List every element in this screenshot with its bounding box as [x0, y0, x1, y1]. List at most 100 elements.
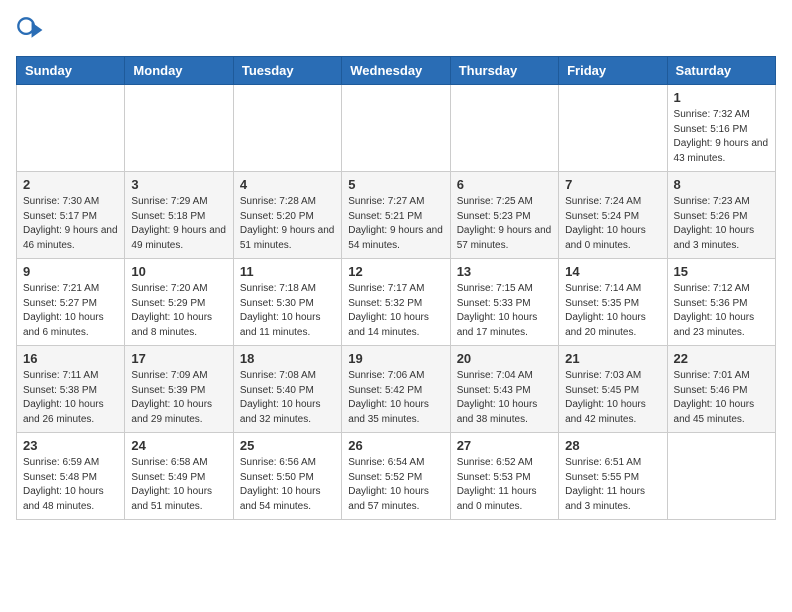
day-info: Sunrise: 7:32 AM Sunset: 5:16 PM Dayligh…	[674, 108, 769, 166]
day-info: Sunrise: 7:30 AM Sunset: 5:17 PM Dayligh…	[23, 195, 118, 253]
weekday-header-saturday: Saturday	[667, 57, 775, 85]
day-info: Sunrise: 6:54 AM Sunset: 5:52 PM Dayligh…	[348, 456, 443, 514]
day-cell: 23 Sunrise: 6:59 AM Sunset: 5:48 PM Dayli…	[17, 433, 125, 520]
day-cell: 24 Sunrise: 6:58 AM Sunset: 5:49 PM Dayli…	[125, 433, 233, 520]
weekday-header-tuesday: Tuesday	[233, 57, 341, 85]
weekday-header-monday: Monday	[125, 57, 233, 85]
week-row-3: 9 Sunrise: 7:21 AM Sunset: 5:27 PM Daylig…	[17, 259, 776, 346]
page-header	[16, 16, 776, 44]
day-number: 8	[674, 177, 769, 192]
day-number: 26	[348, 438, 443, 453]
day-number: 19	[348, 351, 443, 366]
day-cell: 7 Sunrise: 7:24 AM Sunset: 5:24 PM Daylig…	[559, 172, 667, 259]
day-info: Sunrise: 7:24 AM Sunset: 5:24 PM Dayligh…	[565, 195, 660, 253]
day-cell	[17, 85, 125, 172]
day-number: 12	[348, 264, 443, 279]
day-cell: 18 Sunrise: 7:08 AM Sunset: 5:40 PM Dayli…	[233, 346, 341, 433]
day-cell: 25 Sunrise: 6:56 AM Sunset: 5:50 PM Dayli…	[233, 433, 341, 520]
logo	[16, 16, 48, 44]
day-info: Sunrise: 7:23 AM Sunset: 5:26 PM Dayligh…	[674, 195, 769, 253]
day-info: Sunrise: 7:27 AM Sunset: 5:21 PM Dayligh…	[348, 195, 443, 253]
day-number: 17	[131, 351, 226, 366]
day-info: Sunrise: 7:29 AM Sunset: 5:18 PM Dayligh…	[131, 195, 226, 253]
day-cell: 21 Sunrise: 7:03 AM Sunset: 5:45 PM Dayli…	[559, 346, 667, 433]
day-cell: 5 Sunrise: 7:27 AM Sunset: 5:21 PM Daylig…	[342, 172, 450, 259]
week-row-2: 2Sunrise: 7:30 AM Sunset: 5:17 PM Daylig…	[17, 172, 776, 259]
day-info: Sunrise: 7:08 AM Sunset: 5:40 PM Dayligh…	[240, 369, 335, 427]
day-number: 20	[457, 351, 552, 366]
day-info: Sunrise: 7:04 AM Sunset: 5:43 PM Dayligh…	[457, 369, 552, 427]
day-info: Sunrise: 7:21 AM Sunset: 5:27 PM Dayligh…	[23, 282, 118, 340]
week-row-5: 23 Sunrise: 6:59 AM Sunset: 5:48 PM Dayli…	[17, 433, 776, 520]
day-number: 21	[565, 351, 660, 366]
day-info: Sunrise: 6:58 AM Sunset: 5:49 PM Dayligh…	[131, 456, 226, 514]
day-cell	[233, 85, 341, 172]
weekday-header-wednesday: Wednesday	[342, 57, 450, 85]
day-number: 9	[23, 264, 118, 279]
day-info: Sunrise: 7:11 AM Sunset: 5:38 PM Dayligh…	[23, 369, 118, 427]
day-info: Sunrise: 7:28 AM Sunset: 5:20 PM Dayligh…	[240, 195, 335, 253]
day-number: 23	[23, 438, 118, 453]
day-number: 3	[131, 177, 226, 192]
day-cell: 15Sunrise: 7:12 AM Sunset: 5:36 PM Dayli…	[667, 259, 775, 346]
day-info: Sunrise: 7:01 AM Sunset: 5:46 PM Dayligh…	[674, 369, 769, 427]
day-cell: 2Sunrise: 7:30 AM Sunset: 5:17 PM Daylig…	[17, 172, 125, 259]
day-cell: 20 Sunrise: 7:04 AM Sunset: 5:43 PM Dayli…	[450, 346, 558, 433]
day-info: Sunrise: 7:18 AM Sunset: 5:30 PM Dayligh…	[240, 282, 335, 340]
day-info: Sunrise: 7:25 AM Sunset: 5:23 PM Dayligh…	[457, 195, 552, 253]
day-cell: 1 Sunrise: 7:32 AM Sunset: 5:16 PM Daylig…	[667, 85, 775, 172]
day-cell: 11 Sunrise: 7:18 AM Sunset: 5:30 PM Dayli…	[233, 259, 341, 346]
day-info: Sunrise: 6:51 AM Sunset: 5:55 PM Dayligh…	[565, 456, 660, 514]
day-number: 27	[457, 438, 552, 453]
day-cell	[125, 85, 233, 172]
day-number: 11	[240, 264, 335, 279]
day-number: 4	[240, 177, 335, 192]
day-number: 18	[240, 351, 335, 366]
weekday-header-sunday: Sunday	[17, 57, 125, 85]
day-cell	[342, 85, 450, 172]
day-info: Sunrise: 7:03 AM Sunset: 5:45 PM Dayligh…	[565, 369, 660, 427]
day-info: Sunrise: 6:52 AM Sunset: 5:53 PM Dayligh…	[457, 456, 552, 514]
day-cell: 19Sunrise: 7:06 AM Sunset: 5:42 PM Dayli…	[342, 346, 450, 433]
weekday-header-friday: Friday	[559, 57, 667, 85]
day-number: 10	[131, 264, 226, 279]
day-cell: 26 Sunrise: 6:54 AM Sunset: 5:52 PM Dayli…	[342, 433, 450, 520]
day-info: Sunrise: 7:09 AM Sunset: 5:39 PM Dayligh…	[131, 369, 226, 427]
day-cell: 14 Sunrise: 7:14 AM Sunset: 5:35 PM Dayli…	[559, 259, 667, 346]
day-number: 15	[674, 264, 769, 279]
day-cell: 17 Sunrise: 7:09 AM Sunset: 5:39 PM Dayli…	[125, 346, 233, 433]
day-cell: 3 Sunrise: 7:29 AM Sunset: 5:18 PM Daylig…	[125, 172, 233, 259]
day-cell: 6 Sunrise: 7:25 AM Sunset: 5:23 PM Daylig…	[450, 172, 558, 259]
day-cell	[559, 85, 667, 172]
day-number: 25	[240, 438, 335, 453]
day-info: Sunrise: 7:17 AM Sunset: 5:32 PM Dayligh…	[348, 282, 443, 340]
day-info: Sunrise: 6:59 AM Sunset: 5:48 PM Dayligh…	[23, 456, 118, 514]
day-info: Sunrise: 7:15 AM Sunset: 5:33 PM Dayligh…	[457, 282, 552, 340]
calendar-table: SundayMondayTuesdayWednesdayThursdayFrid…	[16, 56, 776, 520]
weekday-header-thursday: Thursday	[450, 57, 558, 85]
day-cell: 10 Sunrise: 7:20 AM Sunset: 5:29 PM Dayli…	[125, 259, 233, 346]
day-info: Sunrise: 6:56 AM Sunset: 5:50 PM Dayligh…	[240, 456, 335, 514]
day-number: 1	[674, 90, 769, 105]
day-cell: 27 Sunrise: 6:52 AM Sunset: 5:53 PM Dayli…	[450, 433, 558, 520]
day-cell: 28Sunrise: 6:51 AM Sunset: 5:55 PM Dayli…	[559, 433, 667, 520]
day-cell	[667, 433, 775, 520]
day-number: 7	[565, 177, 660, 192]
day-info: Sunrise: 7:14 AM Sunset: 5:35 PM Dayligh…	[565, 282, 660, 340]
day-number: 14	[565, 264, 660, 279]
week-row-1: 1 Sunrise: 7:32 AM Sunset: 5:16 PM Daylig…	[17, 85, 776, 172]
day-cell: 8 Sunrise: 7:23 AM Sunset: 5:26 PM Daylig…	[667, 172, 775, 259]
day-number: 16	[23, 351, 118, 366]
day-number: 24	[131, 438, 226, 453]
day-info: Sunrise: 7:20 AM Sunset: 5:29 PM Dayligh…	[131, 282, 226, 340]
day-cell	[450, 85, 558, 172]
day-cell: 16 Sunrise: 7:11 AM Sunset: 5:38 PM Dayli…	[17, 346, 125, 433]
day-cell: 13 Sunrise: 7:15 AM Sunset: 5:33 PM Dayli…	[450, 259, 558, 346]
day-number: 13	[457, 264, 552, 279]
day-cell: 12 Sunrise: 7:17 AM Sunset: 5:32 PM Dayli…	[342, 259, 450, 346]
day-number: 6	[457, 177, 552, 192]
day-cell: 9 Sunrise: 7:21 AM Sunset: 5:27 PM Daylig…	[17, 259, 125, 346]
day-number: 22	[674, 351, 769, 366]
day-cell: 22 Sunrise: 7:01 AM Sunset: 5:46 PM Dayli…	[667, 346, 775, 433]
day-number: 5	[348, 177, 443, 192]
